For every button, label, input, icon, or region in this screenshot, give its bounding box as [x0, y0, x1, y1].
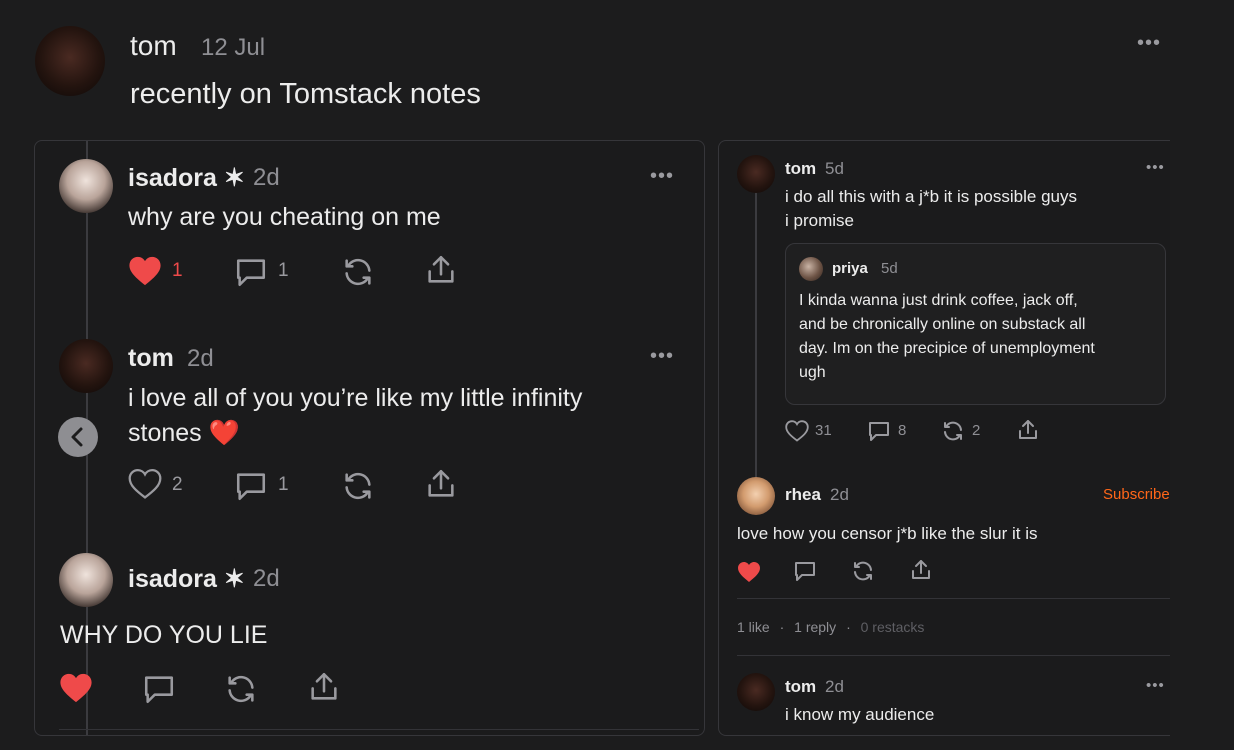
- heart-icon[interactable]: [737, 561, 761, 583]
- like-count: 2: [172, 474, 183, 495]
- avatar[interactable]: [737, 673, 775, 711]
- post-body: why are you cheating on me: [128, 203, 441, 231]
- likes-link[interactable]: 1 like: [737, 619, 770, 635]
- thread-line: [755, 191, 757, 501]
- header-author[interactable]: tom: [130, 30, 177, 62]
- post-author[interactable]: tom: [785, 159, 816, 179]
- post-author[interactable]: rhea: [785, 485, 821, 505]
- comment-icon[interactable]: [793, 559, 817, 583]
- left-thread-card: isadora ✶ 2d ••• why are you cheating on…: [34, 140, 705, 736]
- post-age: 5d: [825, 159, 844, 178]
- restacks-link[interactable]: 0 restacks: [861, 619, 925, 635]
- reply-count: 8: [898, 422, 907, 439]
- quote-line: I kinda wanna just drink coffee, jack of…: [799, 292, 1078, 309]
- more-dots-icon[interactable]: •••: [650, 346, 674, 366]
- reply-meta: 1 like · 1 reply · 0 restacks: [737, 619, 924, 635]
- post-age: 2d: [830, 485, 849, 504]
- reply-count: 1: [278, 474, 289, 495]
- replies-link[interactable]: 1 reply: [794, 619, 836, 635]
- post-author[interactable]: tom: [128, 344, 174, 373]
- share-icon[interactable]: [424, 253, 458, 287]
- chevron-left-icon[interactable]: [58, 417, 98, 457]
- right-thread-card: tom 5d ••• i do all this with a j*b it i…: [718, 140, 1170, 736]
- post-body-line: i promise: [785, 211, 854, 230]
- like-count: 31: [815, 422, 832, 439]
- divider: [737, 598, 1170, 599]
- post-body: love how you censor j*b like the slur it…: [737, 524, 1038, 543]
- reply-count: 1: [278, 260, 289, 281]
- header-avatar[interactable]: [35, 26, 105, 96]
- post-body-line: i do all this with a j*b it is possible …: [785, 187, 1077, 206]
- heart-icon[interactable]: [128, 255, 162, 287]
- more-dots-icon[interactable]: •••: [1146, 678, 1165, 693]
- subscribe-button[interactable]: Subscribe: [1103, 486, 1170, 503]
- avatar: [799, 257, 823, 281]
- divider: [737, 655, 1170, 656]
- comment-icon[interactable]: [142, 672, 176, 706]
- avatar[interactable]: [737, 155, 775, 193]
- post-body-line: stones ❤️: [128, 419, 240, 447]
- avatar[interactable]: [737, 477, 775, 515]
- header-body: recently on Tomstack notes: [130, 78, 481, 110]
- quote-age: 5d: [881, 260, 898, 277]
- like-count: 1: [172, 260, 183, 281]
- more-dots-icon[interactable]: •••: [1146, 160, 1165, 175]
- quote-line: day. Im on the precipice of unemployment: [799, 340, 1095, 357]
- restack-icon[interactable]: [341, 469, 375, 503]
- restack-icon[interactable]: [851, 559, 875, 583]
- restack-icon[interactable]: [224, 672, 258, 706]
- heart-icon[interactable]: [785, 420, 809, 442]
- post-author[interactable]: tom: [785, 677, 816, 697]
- post-author[interactable]: isadora ✶: [128, 564, 245, 594]
- post-body-line: i love all of you you’re like my little …: [128, 384, 583, 412]
- restack-count: 2: [972, 422, 981, 439]
- divider: [59, 729, 699, 730]
- restack-icon[interactable]: [341, 255, 375, 289]
- post-age: 2d: [187, 345, 214, 372]
- share-icon[interactable]: [1016, 418, 1040, 442]
- quote-line: and be chronically online on substack al…: [799, 316, 1086, 333]
- avatar[interactable]: [59, 159, 113, 213]
- separator: ·: [846, 619, 851, 635]
- post-author[interactable]: isadora ✶: [128, 163, 245, 193]
- comment-icon[interactable]: [234, 255, 268, 289]
- share-icon[interactable]: [424, 467, 458, 501]
- share-icon[interactable]: [307, 670, 341, 704]
- heart-icon[interactable]: [59, 672, 93, 704]
- avatar[interactable]: [59, 553, 113, 607]
- header-date: 12 Jul: [201, 34, 266, 61]
- restack-icon[interactable]: [941, 419, 965, 443]
- quote-line: ugh: [799, 364, 826, 381]
- quoted-note[interactable]: priya 5d I kinda wanna just drink coffee…: [785, 243, 1166, 405]
- quote-author: priya: [832, 260, 868, 277]
- heart-icon[interactable]: [128, 468, 162, 500]
- post-body: WHY DO YOU LIE: [60, 621, 268, 649]
- comment-icon[interactable]: [234, 469, 268, 503]
- post-age: 2d: [825, 677, 844, 696]
- post-age: 2d: [253, 565, 280, 592]
- share-icon[interactable]: [909, 558, 933, 582]
- avatar[interactable]: [59, 339, 113, 393]
- more-dots-icon[interactable]: •••: [1137, 33, 1161, 53]
- post-age: 2d: [253, 164, 280, 191]
- comment-icon[interactable]: [867, 419, 891, 443]
- post-body: i know my audience: [785, 705, 935, 724]
- separator: ·: [779, 619, 785, 635]
- more-dots-icon[interactable]: •••: [650, 166, 674, 186]
